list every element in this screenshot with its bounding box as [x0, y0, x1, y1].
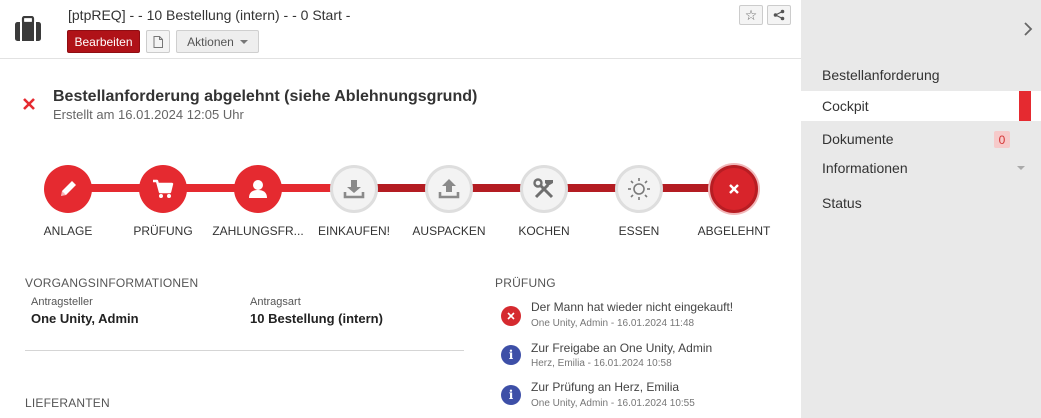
step-essen[interactable]	[615, 165, 663, 213]
sidebar-item-bestellanforderung[interactable]: Bestellanforderung	[801, 60, 1041, 90]
step-label: ANLAGE	[43, 224, 93, 238]
step-label: KOCHEN	[518, 224, 570, 238]
step-abgelehnt[interactable]	[710, 165, 758, 213]
briefcase-icon	[15, 16, 41, 41]
user-icon	[249, 180, 267, 198]
review-entry-title: Zur Prüfung an Herz, Emilia	[531, 380, 680, 394]
page-title: [ptpREQ] - - 10 Bestellung (intern) - - …	[68, 7, 351, 23]
step-pruefung[interactable]	[139, 165, 187, 213]
timeline-progress-line	[68, 184, 352, 192]
cart-icon	[153, 179, 174, 198]
review-entry-meta: One Unity, Admin - 16.01.2024 10:55	[531, 398, 695, 409]
share-icon	[773, 9, 785, 21]
pencil-icon	[61, 181, 76, 196]
info-icon: i	[501, 345, 521, 365]
share-button[interactable]	[767, 5, 791, 25]
review-entry-title: Zur Freigabe an One Unity, Admin	[531, 341, 713, 355]
sidebar-item-label: Status	[822, 195, 862, 211]
sidebar: Bestellanforderung Cockpit Dokumente 0 I…	[801, 0, 1041, 418]
upload-icon	[438, 179, 460, 199]
active-indicator	[1019, 91, 1031, 121]
section-heading-vorgang: VORGANGSINFORMATIONEN	[25, 276, 199, 290]
download-icon	[343, 180, 365, 199]
review-entry-meta: Herz, Emilia - 16.01.2024 10:58	[531, 358, 672, 369]
star-icon: ☆	[744, 6, 758, 23]
page-header: [ptpREQ] - - 10 Bestellung (intern) - - …	[0, 0, 801, 59]
step-label: AUSPACKEN	[412, 224, 486, 238]
sidebar-item-cockpit[interactable]: Cockpit	[801, 91, 1041, 121]
step-auspacken[interactable]	[425, 165, 473, 213]
sidebar-item-informationen[interactable]: Informationen	[801, 153, 1041, 183]
section-divider	[25, 350, 464, 351]
sidebar-item-status[interactable]: Status	[801, 188, 1041, 218]
edit-button[interactable]: Bearbeiten	[67, 30, 140, 53]
step-label: EINKAUFEN!	[317, 224, 390, 238]
antragsart-value: 10 Bestellung (intern)	[250, 311, 383, 326]
section-heading-lieferanten: LIEFERANTEN	[25, 396, 110, 410]
antragsteller-value: One Unity, Admin	[31, 311, 139, 326]
actions-dropdown[interactable]: Aktionen	[176, 30, 259, 53]
document-icon	[153, 35, 163, 48]
status-title: Bestellanforderung abgelehnt (siehe Able…	[53, 88, 478, 105]
reject-icon	[501, 306, 521, 326]
document-button[interactable]	[146, 30, 170, 53]
section-heading-pruefung: PRÜFUNG	[495, 276, 556, 290]
sidebar-item-label: Informationen	[822, 160, 908, 176]
step-label: ABGELEHNT	[697, 224, 771, 238]
info-icon: i	[501, 385, 521, 405]
review-entry-title: Der Mann hat wieder nicht eingekauft!	[531, 300, 734, 314]
favorite-button[interactable]: ☆	[739, 5, 763, 25]
step-zahlungsfreigabe[interactable]	[234, 165, 282, 213]
chevron-down-icon	[1017, 166, 1025, 170]
document-count-badge: 0	[994, 131, 1010, 148]
status-created-date: Erstellt am 16.01.2024 12:05 Uhr	[53, 107, 244, 122]
step-anlage[interactable]	[44, 165, 92, 213]
step-einkaufen[interactable]	[330, 165, 378, 213]
chevron-down-icon	[239, 39, 248, 44]
antragsart-label: Antragsart	[250, 296, 301, 308]
step-kochen[interactable]	[520, 165, 568, 213]
sun-icon	[628, 178, 650, 200]
chevron-right-icon[interactable]	[1021, 20, 1035, 38]
tools-icon	[533, 178, 554, 199]
antragsteller-label: Antragsteller	[31, 296, 93, 308]
review-entry-meta: One Unity, Admin - 16.01.2024 11:48	[531, 318, 695, 329]
step-label: PRÜFUNG	[133, 224, 193, 238]
sidebar-item-label: Dokumente	[822, 131, 894, 147]
sidebar-item-label: Bestellanforderung	[822, 67, 940, 83]
rejected-icon	[23, 98, 35, 110]
step-label: ZAHLUNGSFR...	[212, 224, 304, 238]
sidebar-item-dokumente[interactable]: Dokumente 0	[801, 124, 1041, 154]
actions-label: Aktionen	[187, 34, 234, 49]
step-label: ESSEN	[618, 224, 660, 238]
sidebar-item-label: Cockpit	[822, 98, 869, 114]
close-icon	[729, 184, 739, 194]
